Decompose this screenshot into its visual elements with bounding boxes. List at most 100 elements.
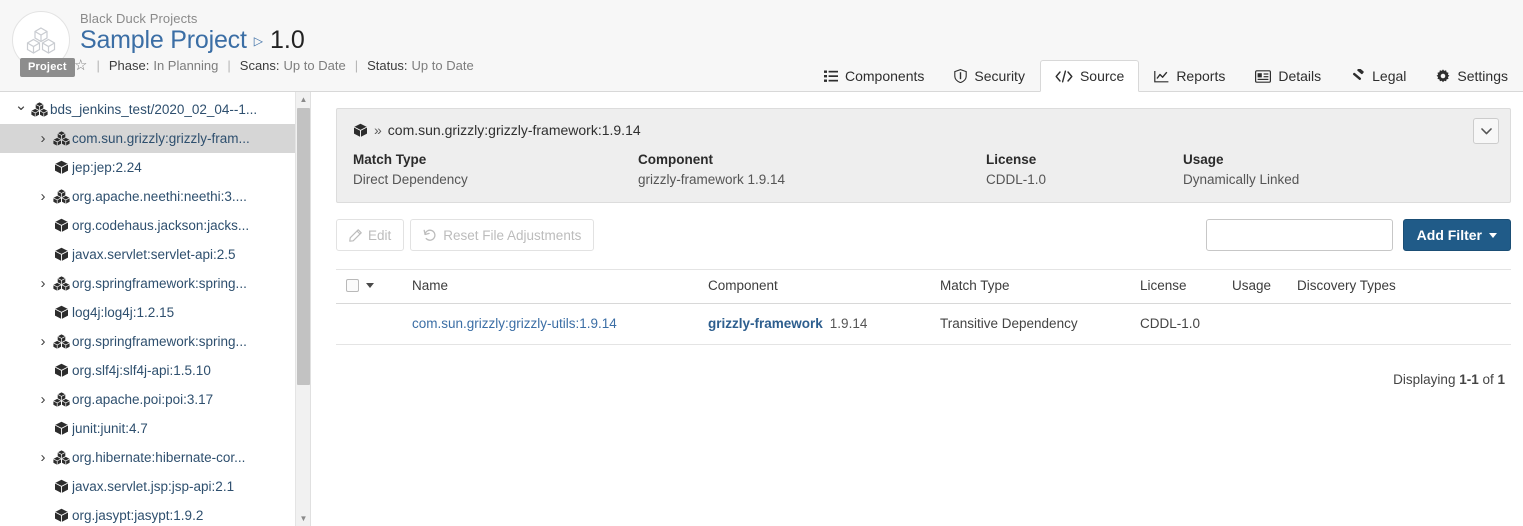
reset-file-adjustments-button[interactable]: Reset File Adjustments [410,219,595,251]
pencil-icon [349,228,362,242]
project-name-link[interactable]: Sample Project [80,26,247,55]
component-version: 1.9.14 [829,316,868,331]
project-meta-row: ☆ | Phase: In Planning | Scans: Up to Da… [74,58,474,73]
collapse-panel-button[interactable] [1473,118,1499,144]
component-detail-panel: » com.sun.grizzly:grizzly-framework:1.9.… [336,108,1511,203]
files-table: Name Component Match Type License Usage … [336,269,1511,345]
caret-down-icon[interactable] [366,283,374,288]
tree-item[interactable]: javax.servlet.jsp:jsp-api:2.1 [0,472,310,501]
chevron-down-icon[interactable]: ⌄ [14,98,28,113]
row-checkbox-cell[interactable] [336,303,406,345]
package-icon [54,160,68,174]
cell-name: com.sun.grizzly:grizzly-utils:1.9.14 [406,303,702,345]
file-name-link[interactable]: com.sun.grizzly:grizzly-utils:1.9.14 [412,316,617,331]
tab-label: Source [1079,68,1125,84]
tree-item-label: javax.servlet.jsp:jsp-api:2.1 [72,479,235,494]
chevron-right-icon[interactable]: › [36,131,50,146]
field-value: Direct Dependency [353,172,468,187]
tree-item[interactable]: org.slf4j:slf4j-api:1.5.10 [0,356,310,385]
scrollbar-thumb[interactable] [297,108,310,385]
field-value: grizzly-framework 1.9.14 [638,172,786,187]
chevron-right-icon[interactable]: › [36,334,50,349]
phase-value: In Planning [153,58,219,73]
cell-discovery-types [1291,303,1511,345]
column-match-type[interactable]: Match Type [934,269,1134,304]
column-name[interactable]: Name [406,269,702,304]
scans-value: Up to Date [283,58,346,73]
column-license[interactable]: License [1134,269,1226,304]
tree-item-label: org.springframework:spring... [72,334,247,349]
detail-prefix: » [374,122,382,138]
displaying-total: 1 [1497,372,1505,387]
meta-separator-3: | [354,58,359,73]
tab-source[interactable]: Source [1039,60,1140,92]
scroll-down-arrow-icon[interactable]: ▼ [296,511,310,526]
tab-components[interactable]: Components [808,60,940,92]
phase-label: Phase: [108,58,150,73]
tab-label: Settings [1457,68,1508,84]
multi-package-icon [50,189,72,204]
column-component[interactable]: Component [702,269,934,304]
package-icon [50,247,72,262]
tab-reports[interactable]: Reports [1139,60,1241,92]
tab-settings[interactable]: Settings [1421,60,1523,92]
filter-input[interactable] [1205,219,1393,251]
tab-details[interactable]: Details [1240,60,1337,92]
column-usage[interactable]: Usage [1226,269,1291,304]
tree-item-label: bds_jenkins_test/2020_02_04--1... [50,102,258,117]
component-link[interactable]: grizzly-framework [708,316,823,331]
tree-item[interactable]: › org.springframework:spring... [0,327,310,356]
tree-item[interactable]: jep:jep:2.24 [0,153,310,182]
displaying-prefix: Displaying [1393,372,1460,387]
table-row[interactable]: com.sun.grizzly:grizzly-utils:1.9.14 gri… [336,303,1511,345]
displaying-mid: of [1478,372,1498,387]
column-discovery-types[interactable]: Discovery Types [1291,269,1511,304]
chevron-right-icon[interactable]: › [36,276,50,291]
tab-legal[interactable]: Legal [1336,60,1422,92]
project-version: 1.0 [269,26,305,54]
breadcrumb-organization[interactable]: Black Duck Projects [80,11,198,26]
tree-item[interactable]: org.codehaus.jackson:jacks... [0,211,310,240]
scroll-up-arrow-icon[interactable]: ▲ [296,92,310,107]
column-select-all[interactable] [336,269,406,304]
sidebar-scrollbar[interactable]: ▲ ▼ [295,92,310,526]
tree-item[interactable]: ⌄ bds_jenkins_test/2020_02_04--1... [0,95,310,124]
list-icon [823,70,838,82]
add-filter-button[interactable]: Add Filter [1402,219,1511,251]
multi-package-icon [50,334,72,349]
tree-item[interactable]: org.jasypt:jasypt:1.9.2 [0,501,310,526]
checkbox-icon[interactable] [346,279,359,292]
multi-package-icon [52,450,70,465]
tree-item[interactable]: › com.sun.grizzly:grizzly-fram... [0,124,310,153]
multi-package-icon [28,102,50,117]
tree-item[interactable]: junit:junit:4.7 [0,414,310,443]
chevron-right-icon[interactable]: › [36,392,50,407]
cell-license: CDDL-1.0 [1134,303,1226,345]
detail-panel-title: » com.sun.grizzly:grizzly-framework:1.9.… [353,122,1494,138]
tree-item[interactable]: › org.springframework:spring... [0,269,310,298]
pagination-summary: Displaying 1-1 of 1 [336,372,1511,387]
tree-item[interactable]: javax.servlet:servlet-api:2.5 [0,240,310,269]
source-tree-sidebar: ⌄ bds_jenkins_test/2020_02_04--1... › com.s… [0,92,311,526]
table-toolbar: Edit Reset File Adjustments Add Filter [336,219,1511,251]
main-nav-tabs: Components Security Source Reports Detai… [808,56,1523,92]
tree-item-label: org.apache.poi:poi:3.17 [72,392,214,407]
table-header-row: Name Component Match Type License Usage … [336,269,1511,304]
tree-item[interactable]: log4j:log4j:1.2.15 [0,298,310,327]
chevron-right-icon[interactable]: › [36,450,50,465]
cell-component: grizzly-framework 1.9.14 [702,303,934,345]
app-header: Black Duck Projects Sample Project ▷ 1.0… [0,0,1523,92]
tree-item[interactable]: › org.apache.neethi:neethi:3.... [0,182,310,211]
multi-package-icon [50,450,72,465]
tab-security[interactable]: Security [939,60,1040,92]
edit-button[interactable]: Edit [336,219,405,251]
multi-package-icon [50,392,72,407]
field-label: Component [638,152,713,167]
star-outline-icon[interactable]: ☆ [74,58,87,73]
tree-item[interactable]: › org.hibernate:hibernate-cor... [0,443,310,472]
package-icon [50,479,72,494]
package-icon [54,363,68,377]
tree-item[interactable]: › org.apache.poi:poi:3.17 [0,385,310,414]
chevron-right-icon[interactable]: › [36,189,50,204]
main-content: » com.sun.grizzly:grizzly-framework:1.9.… [311,92,1523,526]
